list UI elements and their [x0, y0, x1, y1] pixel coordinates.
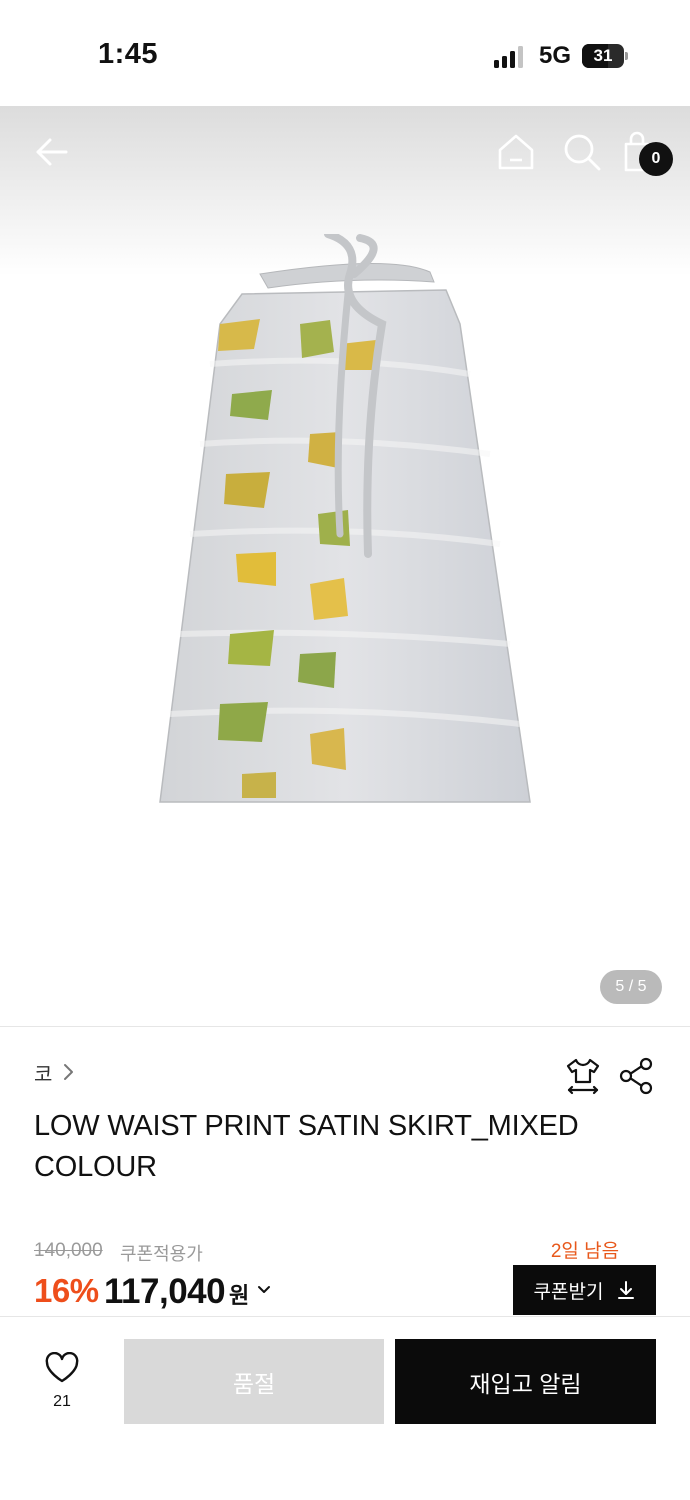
chevron-down-icon[interactable] [256, 1282, 272, 1298]
coupon-button-label: 쿠폰받기 [533, 1281, 604, 1303]
product-title: LOW WAIST PRINT SATIN SKIRT_MIXED COLOUR [34, 1110, 579, 1183]
discount-rate: 16% [34, 1272, 99, 1309]
gallery-page-indicator: 5 / 5 [600, 970, 662, 1004]
status-time: 1:45 [98, 38, 159, 70]
back-button[interactable] [30, 130, 74, 174]
network-type: 5G [539, 42, 572, 69]
home-button[interactable] [494, 130, 538, 174]
currency-label: 원 [229, 1283, 250, 1308]
coupon-price-note: 쿠폰적용가 [120, 1244, 203, 1264]
like-count: 21 [53, 1393, 71, 1410]
signal-icon [494, 46, 523, 68]
brand-link[interactable]: 코 [34, 1058, 52, 1087]
soldout-button[interactable]: 품절 [124, 1339, 384, 1424]
arrow-left-icon [36, 138, 68, 166]
section-divider [0, 1026, 690, 1027]
download-coupon-button[interactable]: 쿠폰받기 [513, 1265, 656, 1315]
product-image-gallery[interactable]: 5 / 5 [0, 106, 690, 1026]
battery-level: 31 [593, 46, 613, 65]
share-icon[interactable] [616, 1056, 656, 1096]
cart-count-badge: 0 [639, 142, 673, 176]
battery-icon: 31 [582, 44, 628, 68]
like-button[interactable]: 21 [42, 1351, 82, 1416]
restock-alert-button[interactable]: 재입고 알림 [395, 1339, 656, 1424]
size-guide-icon[interactable] [563, 1056, 603, 1096]
home-icon [498, 134, 534, 170]
sale-price: 117,040 [104, 1272, 226, 1311]
status-bar: 1:45 5G 31 [0, 0, 690, 106]
heart-icon [45, 1351, 79, 1383]
download-icon [618, 1281, 635, 1299]
chevron-right-icon [64, 1064, 73, 1080]
product-photo [159, 234, 531, 803]
original-price: 140,000 [34, 1240, 103, 1261]
search-icon [564, 134, 601, 171]
search-button[interactable] [560, 130, 604, 174]
coupon-days-left: 2일 남음 [550, 1241, 620, 1262]
